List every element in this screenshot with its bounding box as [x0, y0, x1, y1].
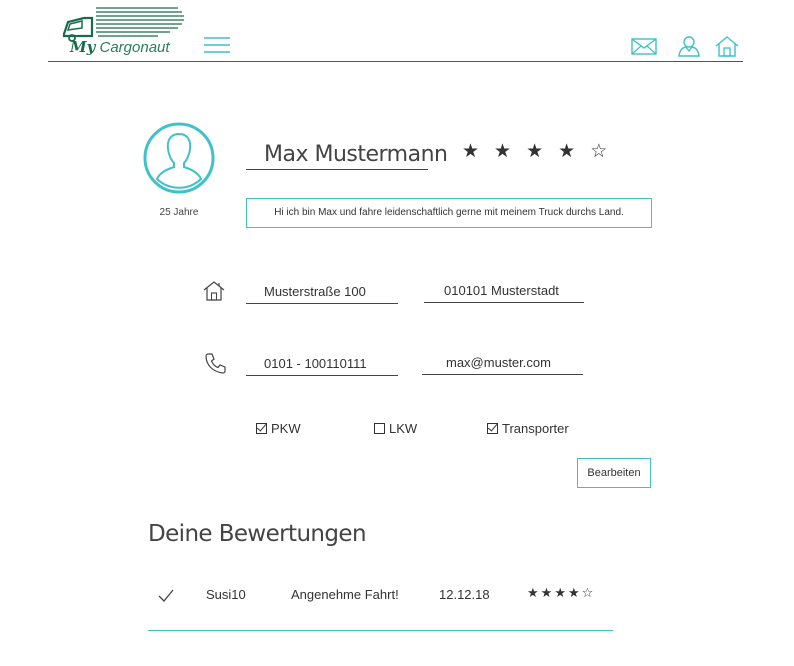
star-filled-icon: ★ — [558, 141, 591, 162]
mail-icon[interactable] — [631, 35, 657, 57]
hamburger-menu-icon[interactable] — [204, 36, 230, 54]
review-date: 12.12.18 — [439, 587, 490, 602]
profile-rating-stars: ★★★★☆ — [462, 140, 622, 163]
pkw-checkbox[interactable] — [256, 423, 267, 434]
vehicle-option-pkw[interactable]: PKW — [256, 421, 301, 436]
logo-my: My — [70, 38, 96, 56]
transporter-checkbox[interactable] — [487, 423, 498, 434]
user-icon[interactable] — [676, 35, 702, 57]
avatar[interactable] — [143, 122, 215, 194]
vehicle-option-transporter[interactable]: Transporter — [487, 421, 569, 436]
review-divider — [148, 630, 613, 631]
reviews-title: Deine Bewertungen — [148, 521, 367, 547]
star-empty-icon: ☆ — [590, 141, 623, 162]
star-filled-icon: ★ — [540, 585, 555, 600]
star-filled-icon: ★ — [527, 585, 541, 600]
home-icon[interactable] — [714, 35, 740, 57]
bio-text: Hi ich bin Max und fahre leidenschaftlic… — [246, 198, 652, 228]
star-filled-icon: ★ — [494, 141, 527, 162]
review-text: Angenehme Fahrt! — [291, 587, 399, 602]
phone-field: 0101 - 100110111 — [246, 352, 398, 376]
lkw-label: LKW — [389, 421, 418, 436]
vehicle-option-lkw[interactable]: LKW — [374, 421, 417, 436]
review-rating-stars: ★★★★☆ — [527, 585, 595, 601]
city-field: 010101 Musterstadt — [424, 279, 584, 303]
star-empty-icon: ☆ — [581, 585, 596, 600]
edit-button[interactable]: Bearbeiten — [577, 458, 651, 488]
review-user: Susi10 — [206, 587, 246, 602]
logo-name: Cargonaut — [99, 39, 170, 56]
star-filled-icon: ★ — [462, 141, 495, 162]
pkw-label: PKW — [271, 421, 301, 436]
lkw-checkbox[interactable] — [374, 423, 385, 434]
email-field: max@muster.com — [422, 351, 583, 375]
logo-text: My Cargonaut — [70, 38, 170, 56]
age-label: 25 Jahre — [159, 207, 199, 218]
street-field: Musterstraße 100 — [246, 280, 398, 304]
star-filled-icon: ★ — [526, 141, 559, 162]
home-icon — [203, 281, 225, 301]
profile-name: Max Mustermann — [246, 140, 448, 170]
phone-icon — [205, 353, 226, 374]
star-filled-icon: ★ — [567, 585, 582, 600]
header-divider — [48, 61, 743, 62]
star-filled-icon: ★ — [554, 585, 568, 600]
transporter-label: Transporter — [502, 421, 569, 436]
checkmark-icon — [158, 589, 174, 602]
